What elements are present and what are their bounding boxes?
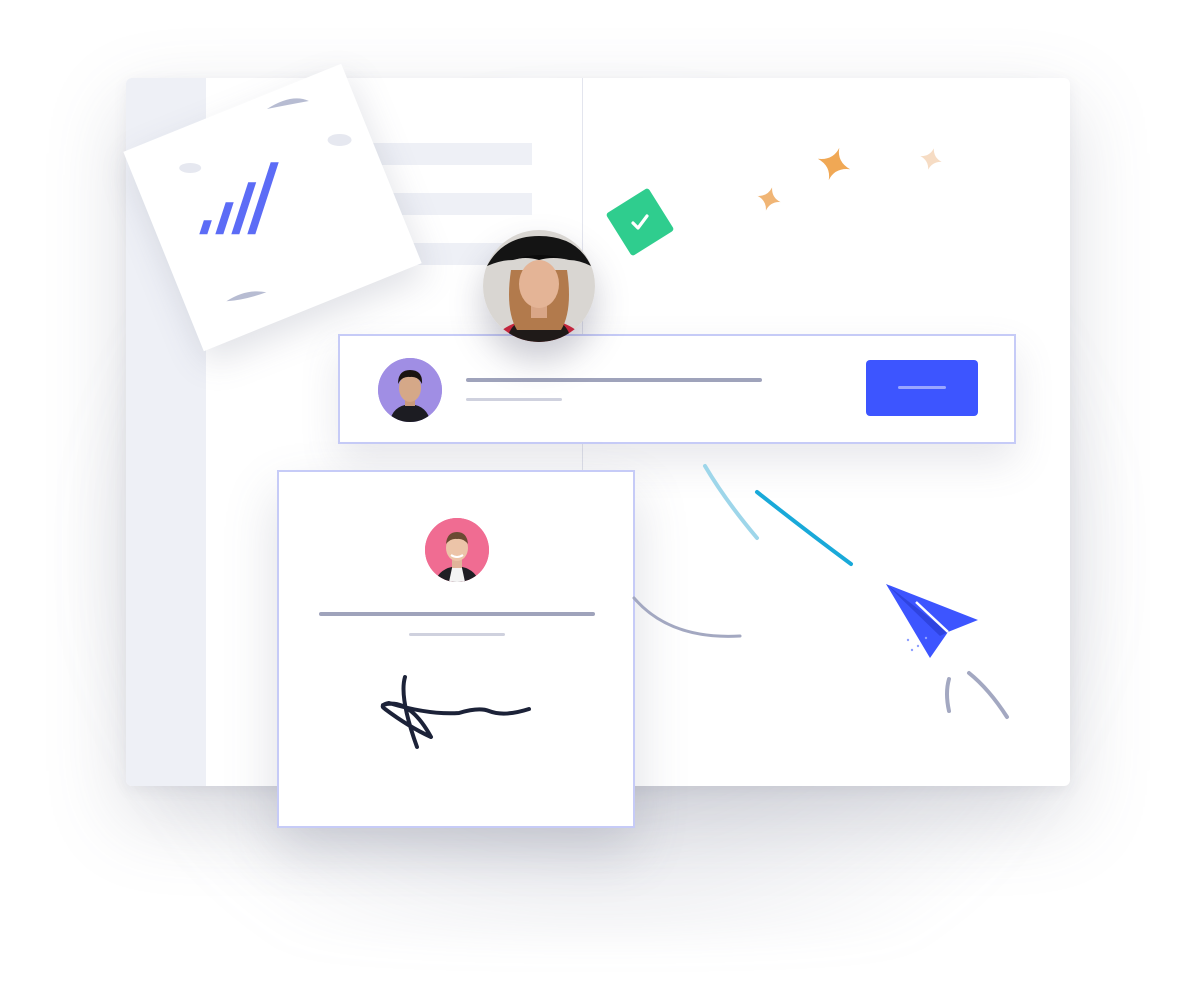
document-line [366, 143, 532, 165]
board-divider-lower [582, 443, 583, 473]
person-avatar-icon [378, 358, 442, 422]
signer-detail-placeholder [409, 633, 505, 636]
send-button-label-placeholder [898, 386, 946, 389]
plane-trail [945, 671, 1009, 719]
signature-icon [380, 675, 531, 749]
person-avatar-icon [483, 230, 595, 342]
requester-name-placeholder [466, 378, 762, 382]
sparkle-icon [817, 147, 851, 181]
avatar [378, 358, 442, 422]
motion-streaks [703, 464, 853, 566]
signature-card [277, 470, 635, 828]
paper-plane-icon [886, 584, 978, 658]
sparkle-icon [920, 148, 942, 170]
person-avatar-icon [425, 518, 489, 582]
check-icon [631, 214, 649, 230]
avatar [425, 518, 489, 582]
sparkle-icon [757, 187, 781, 211]
signer-avatar [483, 230, 595, 342]
signer-name-placeholder [319, 612, 595, 616]
requester-detail-placeholder [466, 398, 562, 401]
send-button[interactable] [866, 360, 978, 416]
connector-line [632, 596, 742, 638]
request-card [338, 334, 1016, 444]
